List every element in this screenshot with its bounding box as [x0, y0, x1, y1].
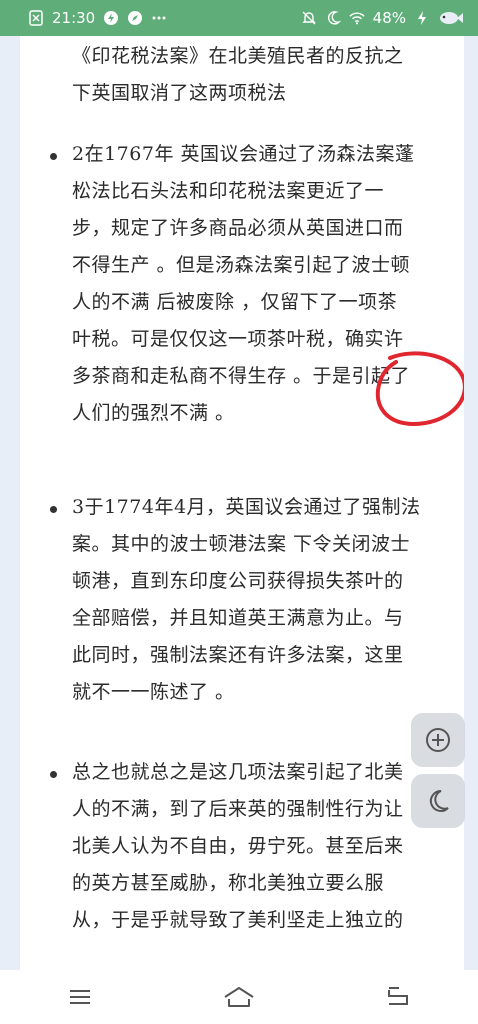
bolt-icon — [103, 10, 119, 26]
home-button[interactable] — [209, 977, 269, 1017]
list-item: 3于1774年4月，英国议会通过了强制法 案。其中的波士顿港法案 下令关闭波士 … — [72, 489, 452, 711]
text-line: 多茶商和走私商不得生存 。于是引起了 — [72, 365, 411, 387]
text-line: 总之也就总之是这几项法案引起了北美 — [72, 761, 404, 783]
text-line: 人的不满 后被废除 ，仅留下了一项茶 — [72, 291, 398, 313]
back-icon — [388, 987, 409, 1005]
article-content: 《印花税法案》在北美殖民者的反抗之 下英国取消了这两项税法 2在1767年 英国… — [20, 36, 464, 970]
bullet — [50, 506, 57, 513]
text-line: 案。其中的波士顿港法案 下令关闭波士 — [72, 533, 411, 555]
zoom-button[interactable] — [411, 713, 465, 767]
moon-icon — [325, 10, 341, 26]
text-line: 人们的强烈不满 。 — [72, 402, 235, 424]
night-mode-button[interactable] — [411, 774, 465, 828]
text-line: 的英方甚至威胁，称北美独立要么服 — [72, 872, 385, 894]
menu-icon — [69, 990, 90, 1004]
system-nav-bar — [0, 970, 478, 1024]
status-time: 21:30 — [52, 9, 96, 27]
back-button[interactable] — [368, 977, 428, 1017]
home-icon — [224, 987, 254, 1007]
moon-icon — [429, 789, 449, 812]
text-line: 步，规定了许多商品必须从英国进口而 — [72, 217, 404, 239]
sim-off-icon — [28, 10, 44, 26]
text-line: 不得生产 。但是汤森法案引起了波士顿 — [72, 254, 411, 276]
charging-icon — [414, 10, 430, 26]
text-line: 人的不满，到了后来英的强制性行为让 — [72, 798, 404, 820]
text-line: 叶税。可是仅仅这一项茶叶税，确实许 — [72, 328, 404, 350]
screen: 21:30 48% 《印花税法案》在北美殖民者的反抗之 下英国取消了这两项税法 … — [0, 0, 478, 1024]
text-line: 就不一一陈述了 。 — [72, 681, 235, 703]
article-intro: 《印花税法案》在北美殖民者的反抗之 下英国取消了这两项税法 — [72, 38, 452, 112]
status-bar-right: 48% — [301, 9, 464, 27]
wifi-icon — [349, 10, 365, 26]
compass-icon — [127, 10, 143, 26]
bullet — [50, 771, 57, 778]
text-line: 松法比石头法和印花税法案更近了一 — [72, 180, 385, 202]
list-item: 2在1767年 英国议会通过了汤森法案蓬 松法比石头法和印花税法案更近了一 步，… — [72, 136, 452, 432]
more-dots-icon — [151, 10, 167, 26]
text-line: 顿港，直到东印度公司获得损失茶叶的 — [72, 570, 404, 592]
bell-off-icon — [301, 10, 317, 26]
bullet — [50, 153, 57, 160]
text-line: 3于1774年4月，英国议会通过了强制法 — [72, 496, 421, 518]
list-item: 总之也就总之是这几项法案引起了北美 人的不满，到了后来英的强制性行为让 北美人认… — [72, 754, 452, 939]
text-line: 此同时，强制法案还有许多法案，这里 — [72, 644, 404, 666]
status-bar: 21:30 48% — [0, 0, 478, 36]
menu-button[interactable] — [50, 977, 110, 1017]
plus-circle-icon — [426, 728, 450, 752]
intro-line: 《印花税法案》在北美殖民者的反抗之 — [72, 45, 404, 67]
text-line: 从，于是乎就导致了美利坚走上独立的 — [72, 909, 404, 931]
fish-icon — [438, 10, 464, 26]
text-line: 2在1767年 英国议会通过了汤森法案蓬 — [72, 143, 415, 165]
battery-percentage: 48% — [372, 9, 406, 27]
status-bar-left: 21:30 — [28, 9, 167, 27]
intro-line: 下英国取消了这两项税法 — [72, 82, 287, 104]
text-line: 北美人认为不自由，毋宁死。甚至后来 — [72, 835, 404, 857]
text-line: 全部赔偿，并且知道英王满意为止。与 — [72, 607, 404, 629]
